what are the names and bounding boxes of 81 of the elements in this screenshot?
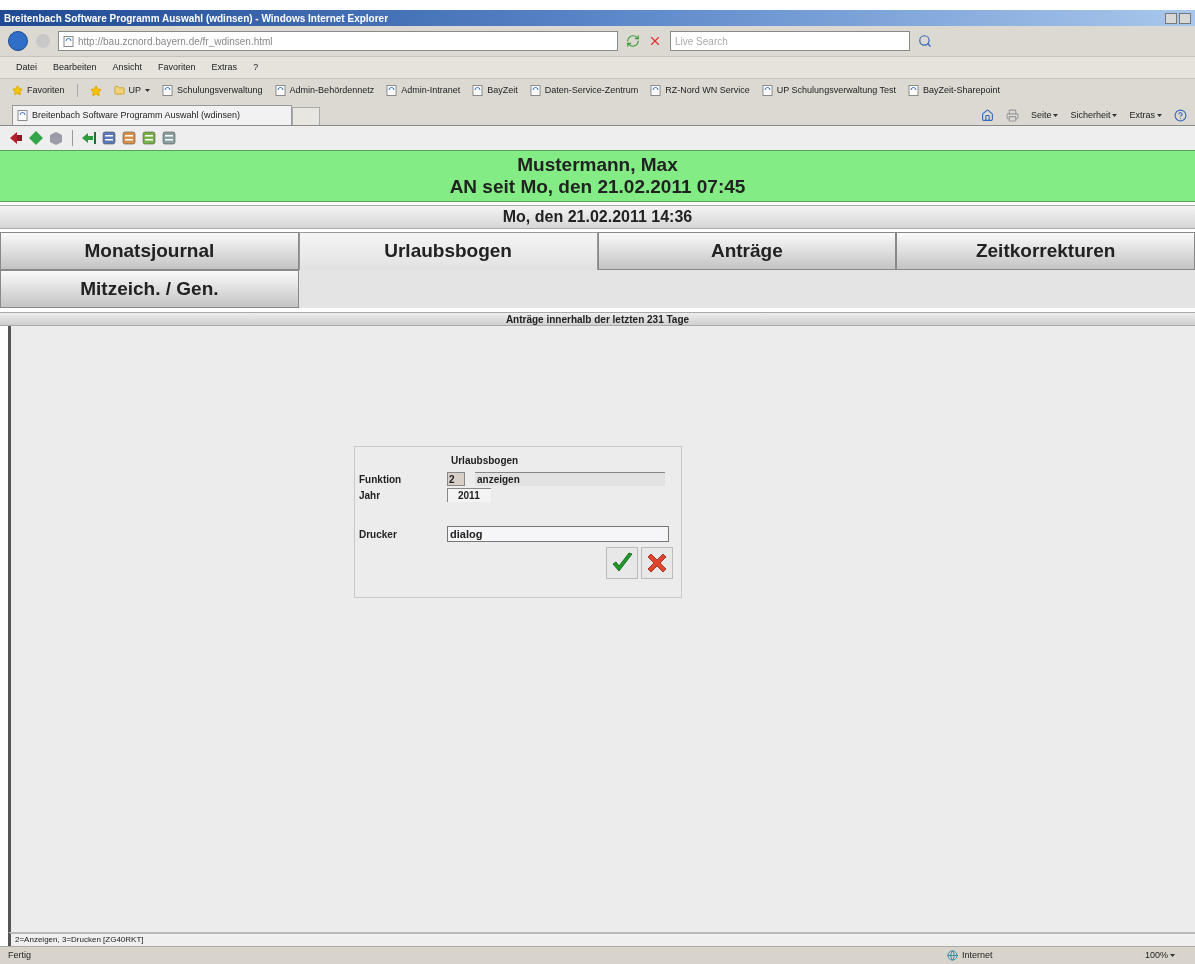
dialog-title: Urlaubsbogen	[451, 454, 520, 468]
page-icon	[650, 85, 662, 96]
cancel-button[interactable]	[641, 547, 673, 579]
printer-field[interactable]: dialog	[447, 526, 669, 542]
favorite-link[interactable]: Daten-Service-Zentrum	[529, 83, 639, 98]
print-icon[interactable]	[1005, 108, 1019, 122]
box-icon[interactable]	[48, 130, 64, 146]
search-icon[interactable]	[918, 34, 932, 48]
page-icon	[274, 85, 286, 96]
tab[interactable]: Anträge	[597, 232, 897, 270]
confirm-button[interactable]	[606, 547, 638, 579]
table-icon[interactable]	[161, 130, 177, 146]
page-icon	[63, 35, 74, 47]
exit-icon[interactable]	[8, 130, 24, 146]
favorite-link[interactable]: UP Schulungsverwaltung Test	[761, 83, 896, 98]
new-tab-button[interactable]	[292, 107, 320, 125]
address-field[interactable]: http://bau.zcnord.bayern.de/fr_wdinsen.html	[58, 31, 618, 51]
document-icon[interactable]	[121, 130, 137, 146]
menu-item[interactable]: Ansicht	[112, 60, 143, 75]
menu-item[interactable]: ?	[253, 60, 259, 75]
caret-icon[interactable]	[1157, 113, 1162, 117]
page-icon	[529, 85, 541, 96]
star-icon	[12, 85, 23, 96]
help-icon[interactable]	[1174, 108, 1187, 122]
caret-icon[interactable]	[1053, 113, 1059, 117]
back-button[interactable]	[8, 31, 28, 51]
zoom-level[interactable]: 100%	[1144, 948, 1168, 963]
hint-text: 2=Anzeigen, 3=Drucken [ZG40RKT]	[14, 934, 144, 946]
folder-icon	[113, 85, 125, 96]
field-label: Jahr	[359, 488, 382, 503]
browser-tab[interactable]: Breitenbach Software Programm Auswahl (wdinsen)	[12, 105, 292, 125]
favorites-folder[interactable]: UP	[128, 83, 142, 98]
page-icon	[908, 85, 919, 96]
favorite-link[interactable]: Schulungsverwaltung	[162, 83, 263, 98]
year-field[interactable]: 2011	[447, 488, 491, 502]
tab[interactable]: Urlaubsbogen	[298, 232, 598, 270]
subtitle: Anträge innerhalb der letzten 231 Tage	[505, 312, 690, 327]
close-icon	[645, 551, 669, 575]
employee-name: Mustermann, Max	[517, 154, 678, 176]
refresh-icon[interactable]	[626, 34, 640, 48]
page-icon	[162, 85, 174, 96]
page-icon	[17, 110, 28, 121]
stop-icon[interactable]	[648, 34, 662, 48]
home-icon[interactable]	[980, 108, 994, 122]
tab[interactable]: Monatsjournal	[0, 232, 299, 270]
favorite-link[interactable]: Admin-Intranet	[386, 83, 461, 98]
favorite-link[interactable]: BayZeit	[472, 83, 518, 98]
caret-icon[interactable]	[145, 89, 151, 92]
tab[interactable]: Zeitkorrekturen	[896, 232, 1195, 270]
tab[interactable]: Mitzeich. / Gen.	[0, 270, 299, 308]
caret-icon[interactable]	[1112, 113, 1118, 117]
minimize-button[interactable]	[1165, 12, 1177, 24]
window-title: Breitenbach Software Programm Auswahl (wdinsen) - Windows Internet Explorer	[4, 11, 389, 26]
menu-item[interactable]: Bearbeiten	[53, 60, 97, 75]
favorite-link[interactable]: RZ-Nord WN Service	[650, 83, 750, 98]
status-text: Fertig	[8, 948, 32, 962]
menu-item[interactable]: Extras	[211, 60, 238, 75]
menu-item[interactable]: Favoriten	[158, 60, 196, 75]
favorite-link[interactable]: Admin-Behördennetz	[274, 83, 375, 98]
globe-icon	[946, 950, 958, 961]
favorites-button[interactable]: Favoriten	[27, 83, 65, 98]
command-menu[interactable]: Extras	[1129, 108, 1155, 122]
command-menu[interactable]: Sicherheit	[1070, 108, 1111, 122]
current-date: Mo, den 21.02.2011 14:36	[502, 207, 693, 227]
page-icon	[472, 85, 484, 96]
page-icon	[386, 85, 398, 96]
command-menu[interactable]: Seite	[1030, 108, 1052, 122]
page-icon	[761, 85, 773, 96]
arrow-icon[interactable]	[81, 130, 97, 146]
field-label: Drucker	[359, 527, 398, 542]
list-icon[interactable]	[101, 130, 117, 146]
security-zone: Internet	[961, 948, 993, 962]
sheet-icon[interactable]	[141, 130, 157, 146]
favorite-link[interactable]: BayZeit-Sharepoint	[908, 83, 1001, 98]
function-code-field[interactable]: 2	[447, 472, 465, 486]
clock-in-time: AN seit Mo, den 21.02.2011 07:45	[449, 176, 746, 198]
function-field: anzeigen	[475, 472, 665, 486]
menu-item[interactable]: Datei	[16, 60, 37, 75]
field-label: Funktion	[359, 472, 403, 487]
maximize-button[interactable]	[1179, 12, 1191, 24]
caret-icon[interactable]	[1170, 954, 1175, 957]
